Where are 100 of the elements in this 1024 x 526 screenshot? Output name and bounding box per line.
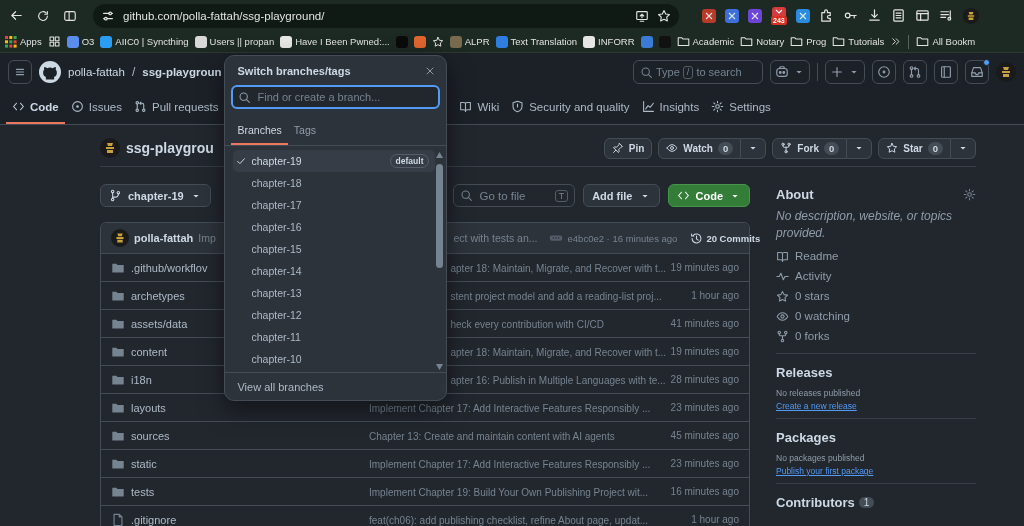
extension-icon[interactable] <box>702 8 716 23</box>
nav-tab[interactable]: Pull requests <box>128 91 225 124</box>
pin-button[interactable]: Pin <box>603 137 653 159</box>
branch-button[interactable]: chapter-19 <box>100 184 211 207</box>
logo-icon[interactable] <box>39 61 61 83</box>
search-field[interactable]: Type / to search <box>633 60 763 84</box>
file-name[interactable]: .gitignore <box>131 513 177 526</box>
branch-search-field[interactable]: Find or create a branch... <box>231 85 441 109</box>
branch-item[interactable]: chapter-10 <box>233 348 436 370</box>
branch-item[interactable]: chapter-19 default <box>233 150 436 172</box>
about-item[interactable]: 0 watching <box>795 310 850 322</box>
media-button[interactable] <box>938 8 954 23</box>
scroll-down-icon[interactable] <box>436 364 444 370</box>
copilot-button[interactable] <box>770 60 810 84</box>
bookmark[interactable]: All Bookm <box>913 34 979 49</box>
extension-icon[interactable] <box>795 8 810 23</box>
fork-icon <box>780 142 793 154</box>
file-name[interactable]: static <box>131 457 157 470</box>
branch-item[interactable]: chapter-13 <box>233 282 436 304</box>
list-button[interactable] <box>890 8 906 23</box>
extension-icon[interactable] <box>771 6 786 16</box>
branch-item[interactable]: chapter-15 <box>233 238 436 260</box>
star-button[interactable]: Star 0 <box>878 137 951 159</box>
about-item[interactable]: 0 stars <box>795 290 830 302</box>
nav-tab[interactable]: Insights <box>635 91 706 124</box>
settings-button[interactable] <box>963 188 976 201</box>
bookmark[interactable]: Text Translation <box>492 34 581 49</box>
owner-link[interactable]: polla-fattah <box>68 66 125 78</box>
bookmark[interactable]: INFORR <box>580 34 638 49</box>
extension-icon[interactable] <box>725 8 739 23</box>
branch-item[interactable]: chapter-18 <box>233 172 436 194</box>
commit-message[interactable]: feat(ch06): add publishing checklist, refine About page, updat... <box>369 514 649 526</box>
nav-tab[interactable]: Issues <box>64 91 128 124</box>
branch-item[interactable]: chapter-17 <box>233 194 436 216</box>
star-menu-button[interactable] <box>951 137 976 159</box>
code-button[interactable]: Code <box>667 184 750 207</box>
inbox-button[interactable] <box>965 60 989 84</box>
file-name[interactable]: tests <box>131 485 155 498</box>
publish-package-link[interactable]: Publish your first package <box>776 466 874 476</box>
layout-button[interactable] <box>914 8 930 23</box>
address-bar[interactable]: github.com/polla-fattah/ssg-playground/ <box>93 3 679 28</box>
commit-message[interactable]: Chapter 13: Create and maintain content with AI agents <box>369 430 615 442</box>
nav-tab[interactable]: Security and quality <box>505 91 636 124</box>
bookmark[interactable]: Academic <box>673 34 738 49</box>
scroll-up-icon[interactable] <box>436 152 444 158</box>
file-name[interactable]: .github/workflov <box>131 261 208 274</box>
bookmark[interactable]: Prog <box>787 34 830 49</box>
watch-button[interactable]: Watch 0 <box>658 137 742 159</box>
repo-link[interactable]: ssg-playgroun <box>142 66 222 78</box>
file-name[interactable]: assets/data <box>131 317 188 330</box>
commit-message[interactable]: Implement Chapter 19: Build Your Own Publishing Project wit... <box>369 486 649 498</box>
file-name[interactable]: i18n <box>131 373 152 386</box>
file-name[interactable]: content <box>131 345 168 358</box>
about-item[interactable]: 0 forks <box>795 330 830 342</box>
commits-link[interactable]: 20 Commits <box>690 231 761 245</box>
nav-tab[interactable]: Wiki <box>453 91 506 124</box>
file-name[interactable]: layouts <box>131 401 166 414</box>
bookmark[interactable]: O3 <box>63 34 98 49</box>
pull-requests-button[interactable] <box>903 60 927 84</box>
menu-button[interactable] <box>8 60 32 84</box>
fork-button[interactable]: Fork 0 <box>772 137 848 159</box>
view-all-branches-link[interactable]: View all branches <box>237 380 324 393</box>
add-file-button[interactable]: Add file <box>583 184 660 207</box>
commit-message[interactable]: Implement Chapter 17: Add Interactive Features Responsibly ... <box>369 458 651 470</box>
branch-item[interactable]: chapter-16 <box>233 216 436 238</box>
file-name[interactable]: archetypes <box>131 289 185 302</box>
nav-tab[interactable]: Settings <box>705 91 777 124</box>
commit-message[interactable]: Implement Chapter 17: Add Interactive Features Responsibly ... <box>369 402 651 414</box>
create-button[interactable] <box>825 60 865 84</box>
puzzle-button[interactable] <box>818 8 834 23</box>
commit-author[interactable]: polla-fattah <box>134 232 194 244</box>
bookmark[interactable]: Notary <box>737 34 788 49</box>
bookmark[interactable]: Users || propan <box>191 34 278 49</box>
bookmark[interactable]: Tutorials <box>829 34 888 49</box>
dialog-tab[interactable]: Branches <box>231 117 288 145</box>
commit-message[interactable]: heck every contribution with CI/CD <box>450 318 604 330</box>
nav-tab[interactable]: Code <box>6 91 65 124</box>
commit-message[interactable]: apter 16: Publish in Multiple Languages with te... <box>450 374 666 386</box>
branch-item[interactable]: chapter-11 <box>233 326 436 348</box>
commit-message[interactable]: stent project model and add a reading-list proj... <box>450 290 662 302</box>
bookmark[interactable]: Have I Been Pwned:... <box>277 34 393 49</box>
file-name[interactable]: sources <box>131 429 170 442</box>
about-item[interactable]: Readme <box>795 250 839 262</box>
scrollbar[interactable] <box>435 150 445 370</box>
branch-item[interactable]: chapter-12 <box>233 304 436 326</box>
create-release-link[interactable]: Create a new release <box>776 401 857 411</box>
section-heading: Releases <box>776 365 833 380</box>
dialog-tab[interactable]: Tags <box>287 117 323 145</box>
branch-item[interactable]: chapter-14 <box>233 260 436 282</box>
commit-message[interactable]: apter 18: Maintain, Migrate, and Recover with t... <box>450 346 667 358</box>
bookmark[interactable]: AIIC0 | Syncthing <box>97 34 192 49</box>
repositories-button[interactable] <box>934 60 958 84</box>
bookmark[interactable]: ALPR <box>446 34 493 49</box>
issues-button[interactable] <box>872 60 896 84</box>
bookmark[interactable]: Apps <box>2 34 45 49</box>
download-button[interactable] <box>866 8 882 23</box>
about-item[interactable]: Activity <box>795 270 832 282</box>
commit-message[interactable]: apter 18: Maintain, Migrate, and Recover with t... <box>450 262 667 274</box>
go-to-file-field[interactable]: Go to file T <box>453 184 576 207</box>
extension-icon[interactable] <box>748 8 762 23</box>
